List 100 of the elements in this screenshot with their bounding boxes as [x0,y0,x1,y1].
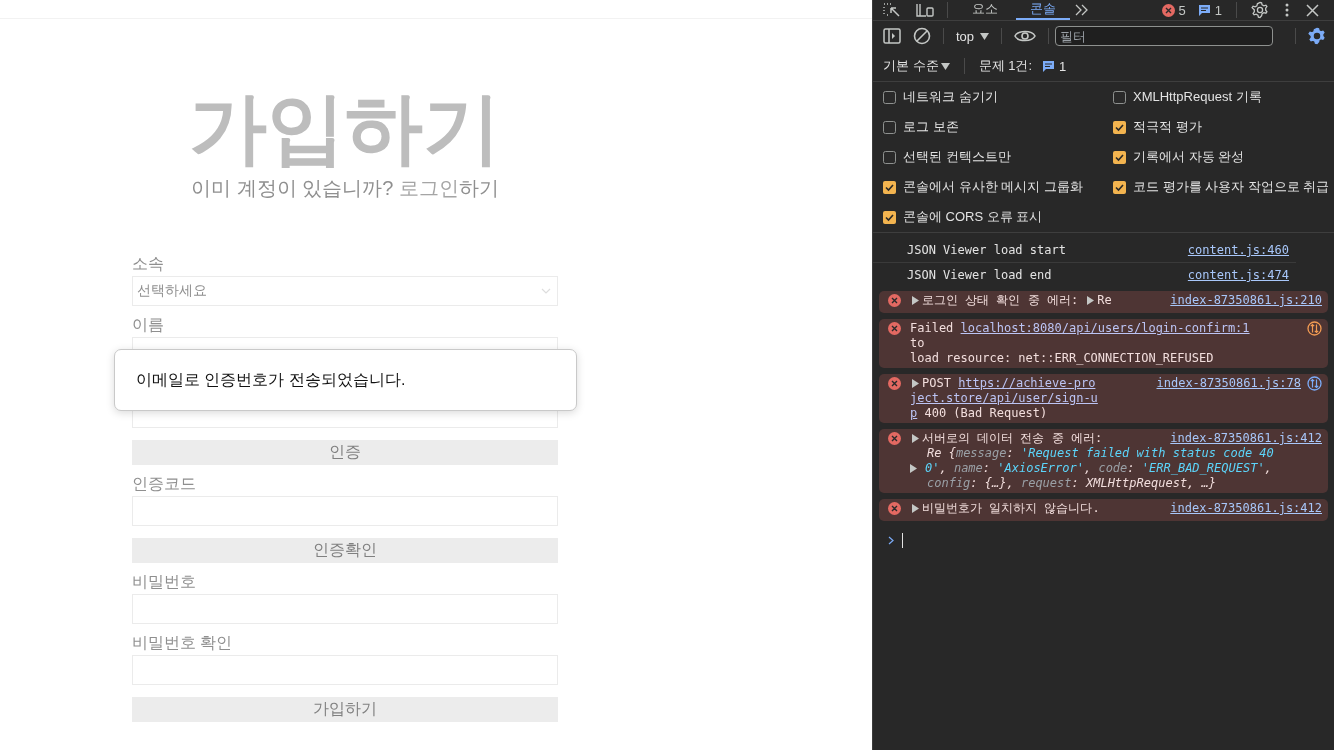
field-label: 비밀번호 [132,572,197,592]
message-text: Failed [910,321,955,336]
object-text: Re { [927,446,956,461]
string-value: 'AxiosError' [997,461,1084,476]
property-name: name [953,461,983,476]
sidebar-icon[interactable] [883,28,901,44]
url-link[interactable]: ject.store/api/user/sign-u [910,391,1098,406]
string-value: 0' [925,461,940,476]
double-chevron-icon[interactable] [1074,4,1090,16]
tab[interactable]: 요소 [958,0,1012,20]
string-value: 'Request failed with status code 40 [1020,446,1274,461]
settings-icon[interactable] [1308,27,1327,45]
property-name: message [955,446,1007,461]
source-link[interactable]: content.js:474 [1187,268,1289,283]
checkbox[interactable] [883,120,896,134]
issues-count[interactable]: 1 [1042,58,1067,74]
expand-toggle-icon[interactable] [1087,296,1095,305]
object-text: , [939,461,948,476]
object-text: : [982,461,992,476]
message-text: JSON Viewer load end [907,268,1052,283]
error-icon [888,432,901,445]
field-label: 비밀번호 확인 [132,633,234,653]
checkbox[interactable] [883,90,896,104]
field-label: 이름 [132,315,165,335]
error-icon [1161,3,1175,17]
source-link[interactable]: index-87350861.js:412 [1170,431,1322,446]
checked-checkbox[interactable] [1113,180,1126,194]
dialog-message: 이메일로 인증번호가 전송되었습니다. [136,369,406,390]
source-link[interactable]: content.js:460 [1187,243,1289,258]
message-text: load resource: net::ERR_CONNECTION_REFUSED [910,351,1214,366]
object-text: : [1006,446,1015,461]
source-link[interactable]: index-87350861.js:412 [1170,501,1322,516]
checked-checkbox[interactable] [1113,120,1126,134]
object-text: : {…}, [970,476,1015,491]
message-text: 400 (Bad Request) [923,406,1048,421]
source-link[interactable]: index-87350861.js:78 [1156,376,1301,391]
error-icon [888,322,901,335]
message-text: 서버로의 데이터 전송 중 에러: [922,431,1103,446]
message-text: to [910,336,925,351]
setting-checkbox[interactable]: 로그 보존 [883,112,1113,142]
tab[interactable]: 콘솔 [1016,0,1070,20]
object-text: , [1083,461,1093,476]
inspect-icon[interactable] [883,3,901,17]
error-icon [888,294,901,307]
subtitle-text: 하기 [458,176,499,201]
clear-icon[interactable] [913,27,931,45]
checked-checkbox[interactable] [883,210,896,224]
issues-label: 문제 1건: [978,57,1033,75]
settings-icon[interactable] [1251,1,1269,19]
message-text: 비밀번호가 일치하지 않습니다. [922,501,1100,516]
expand-toggle-icon[interactable] [912,379,919,388]
message-text: POST [922,376,952,391]
url-link[interactable]: localhost:8080/api/users/login-confirm:1 [960,321,1250,336]
message-icon [1197,4,1211,16]
checked-checkbox[interactable] [1113,150,1126,164]
field-label: 소속 [132,254,165,274]
string-value: 'ERR_BAD_REQUEST' [1141,461,1265,476]
expand-toggle-icon[interactable] [912,434,919,443]
setting-checkbox[interactable]: 기록에서 자동 완성 [1113,142,1334,172]
message-text: 로그인 상태 확인 중 에러: [922,293,1080,308]
setting-checkbox[interactable]: 네트워크 숨기기 [883,82,1113,112]
context-dropdown[interactable]: top [956,28,990,44]
message-count[interactable]: 1 [1197,2,1222,18]
error-icon [888,502,901,515]
prompt-icon [888,536,894,545]
network-request-icon[interactable] [1307,321,1322,336]
setting-checkbox[interactable]: 코드 평가를 사용자 작업으로 취급 [1113,172,1334,202]
field-label: 인증코드 [132,474,197,494]
expand-toggle-icon[interactable] [910,464,917,473]
checked-checkbox[interactable] [883,180,896,194]
message-icon [1042,60,1056,72]
setting-checkbox[interactable]: 콘솔에 CORS 오류 표시 [883,202,1113,232]
device-icon[interactable] [915,3,935,17]
error-icon [888,377,901,390]
setting-checkbox[interactable]: XMLHttpRequest 기록 [1113,82,1334,112]
message-text: JSON Viewer load start [907,243,1066,258]
close-icon[interactable] [1306,3,1319,17]
expand-toggle-icon[interactable] [912,504,919,513]
more-icon[interactable] [1285,3,1289,17]
network-request-icon[interactable] [1307,376,1322,391]
eye-icon[interactable] [1014,29,1037,43]
property-name: code [1098,461,1128,476]
dropdown-arrow-icon [980,32,990,40]
url-link[interactable]: https://achieve-pro [958,376,1096,391]
dropdown-arrow-icon [940,62,950,70]
filter-field[interactable]: 필터 [1055,26,1274,46]
object-text: : XMLHttpRequest, …} [1071,476,1216,491]
url-link[interactable]: p [910,406,918,421]
expand-toggle-icon[interactable] [912,296,919,305]
source-link[interactable]: index-87350861.js:210 [1170,293,1322,308]
setting-checkbox[interactable]: 선택된 컨텍스트만 [883,142,1113,172]
property-name: config [927,476,971,491]
property-name: request [1020,476,1072,491]
log-level-dropdown[interactable]: 기본 수준 [883,57,950,75]
checkbox[interactable] [883,150,896,164]
error-count[interactable]: 5 [1161,2,1186,18]
setting-checkbox[interactable]: 적극적 평가 [1113,112,1334,142]
setting-checkbox[interactable]: 콘솔에서 유사한 메시지 그룹화 [883,172,1113,202]
subtitle-text: 이미 계정이 있습니까? [191,176,395,201]
checkbox[interactable] [1113,90,1126,104]
